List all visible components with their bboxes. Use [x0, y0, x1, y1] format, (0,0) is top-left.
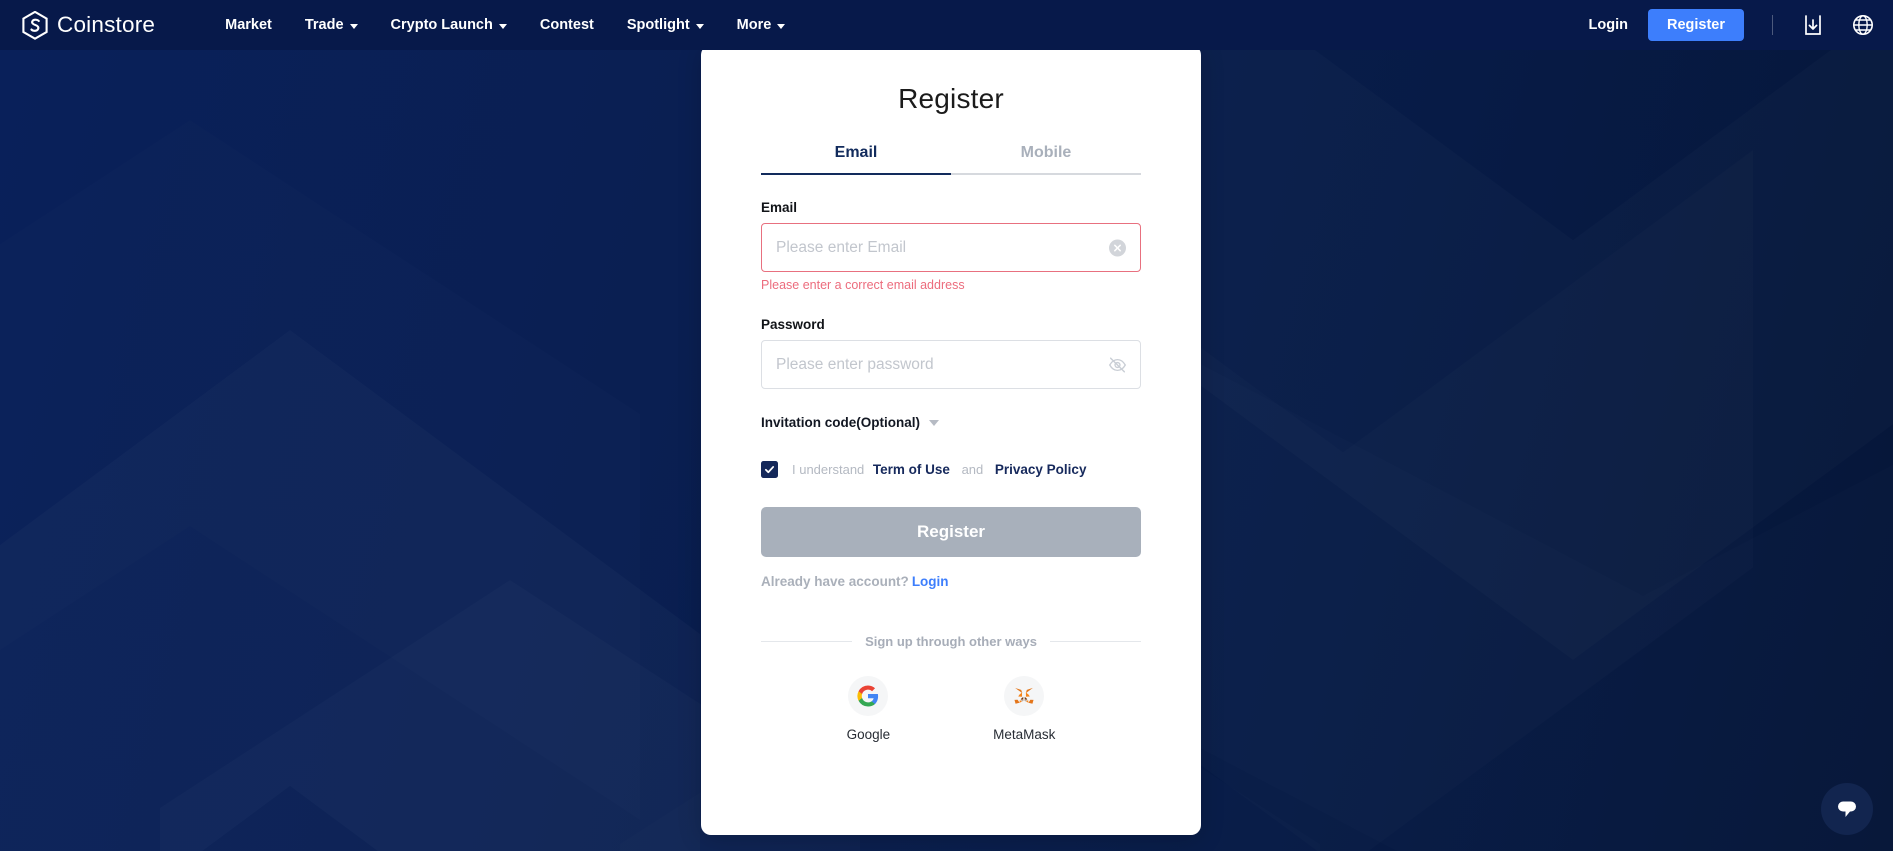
social-provider-metamask[interactable]: MetaMask [993, 676, 1055, 742]
nav-label: Trade [304, 17, 344, 33]
password-label: Password [761, 317, 825, 332]
already-have-account-text: Already have account? [761, 574, 909, 589]
metamask-icon-circle [1004, 676, 1045, 716]
clear-email-icon[interactable] [1109, 239, 1126, 256]
agreement-text: I understand Term of Use and Privacy Pol… [792, 462, 1091, 477]
support-chat-button[interactable] [1821, 783, 1873, 835]
social-label-metamask: MetaMask [993, 727, 1056, 742]
google-icon [857, 685, 879, 707]
chevron-down-icon [929, 419, 939, 426]
header-divider [1772, 15, 1773, 35]
nav-label: Crypto Launch [390, 17, 493, 33]
privacy-policy-link[interactable]: Privacy Policy [995, 462, 1087, 477]
already-have-account-row: Already have account? Login [761, 574, 1141, 589]
invitation-code-toggle[interactable]: Invitation code(Optional) [761, 415, 939, 430]
agreement-checkbox[interactable] [761, 461, 778, 478]
terms-of-use-link[interactable]: Term of Use [873, 462, 950, 477]
page-title: Register [898, 83, 1004, 114]
header-register-button[interactable]: Register [1647, 9, 1744, 41]
nav-item-trade[interactable]: Trade [305, 17, 358, 33]
top-navigation-bar: Coinstore Market Trade Crypto Launch Con… [0, 0, 1893, 50]
main-nav: Market Trade Crypto Launch Contest Spotl… [225, 17, 786, 33]
divider-line-right [1049, 641, 1142, 642]
password-input[interactable] [776, 341, 1096, 388]
coinstore-logo[interactable]: Coinstore [22, 10, 156, 40]
metamask-fox-icon [1014, 687, 1034, 704]
main-stage: Register Email Mobile Email Please enter… [0, 45, 1893, 851]
nav-item-market[interactable]: Market [225, 17, 272, 33]
other-ways-label: Sign up through other ways [865, 634, 1037, 649]
social-provider-google[interactable]: Google [846, 676, 891, 742]
password-input-box[interactable] [761, 340, 1141, 389]
google-icon-circle [848, 676, 889, 716]
social-label-google: Google [846, 727, 891, 742]
social-providers: Google MetaMask [761, 676, 1141, 742]
header-login-link[interactable]: Login [1589, 17, 1628, 33]
nav-item-spotlight[interactable]: Spotlight [627, 17, 704, 33]
download-icon[interactable] [1801, 13, 1825, 37]
nav-label: Contest [539, 17, 594, 33]
invitation-code-label: Invitation code(Optional) [761, 415, 920, 430]
chat-bubble-icon [1838, 801, 1856, 817]
other-ways-divider: Sign up through other ways [761, 634, 1142, 649]
nav-item-more[interactable]: More [737, 17, 786, 33]
email-error-message: Please enter a correct email address [761, 278, 965, 292]
chevron-down-icon [498, 23, 507, 29]
nav-item-contest[interactable]: Contest [540, 17, 594, 33]
email-label: Email [761, 200, 798, 215]
nav-item-crypto-launch[interactable]: Crypto Launch [391, 17, 507, 33]
agreement-row: I understand Term of Use and Privacy Pol… [761, 461, 1141, 478]
tab-email[interactable]: Email [761, 144, 951, 175]
agreement-prefix: I understand [792, 462, 865, 477]
nav-label: Market [225, 17, 272, 33]
nav-label: More [736, 17, 772, 33]
password-field-group: Password [761, 317, 1141, 389]
chevron-down-icon [695, 23, 704, 29]
check-icon [764, 466, 775, 474]
chevron-down-icon [349, 23, 358, 29]
divider-line-left [761, 641, 853, 642]
logo-text: Coinstore [57, 12, 156, 37]
tab-mobile[interactable]: Mobile [951, 144, 1141, 175]
email-field-group: Email Please enter a correct email addre… [761, 200, 1141, 292]
globe-icon[interactable] [1851, 13, 1875, 37]
agreement-conjunction: and [961, 462, 984, 477]
email-input-box[interactable] [761, 223, 1141, 272]
coinstore-hexagon-s-logo-icon [22, 10, 48, 40]
login-link[interactable]: Login [912, 574, 949, 589]
nav-label: Spotlight [626, 17, 690, 33]
chevron-down-icon [777, 23, 786, 29]
eye-off-icon[interactable] [1108, 355, 1127, 374]
register-card: Register Email Mobile Email Please enter… [701, 45, 1201, 835]
auth-method-tabs: Email Mobile [761, 144, 1141, 175]
register-submit-button[interactable]: Register [761, 507, 1141, 557]
header-actions: Login Register [1589, 9, 1876, 41]
email-input[interactable] [776, 224, 1096, 271]
